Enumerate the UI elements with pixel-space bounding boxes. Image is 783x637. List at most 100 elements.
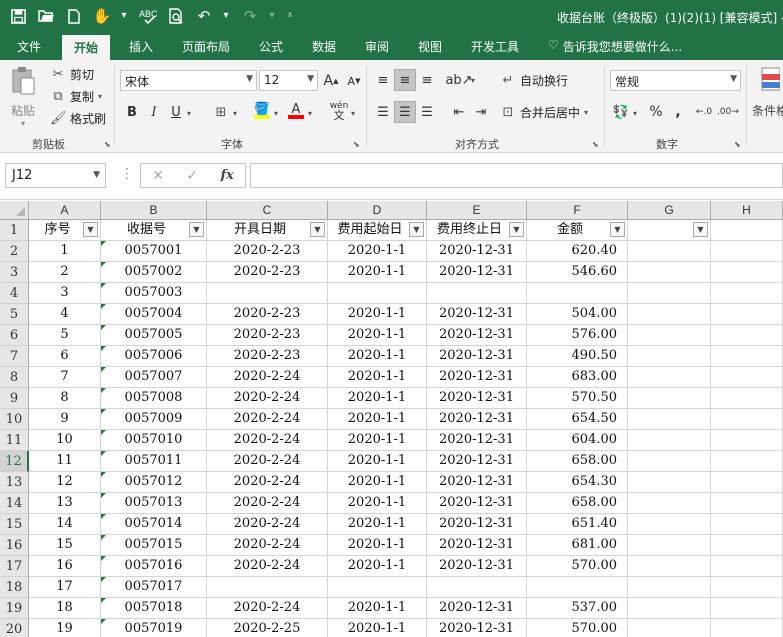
tab-file[interactable]: 文件 (17, 38, 41, 55)
filter-dropdown-icon[interactable]: ▼ (509, 222, 524, 237)
table-cell[interactable]: 2020-2-23 (207, 241, 328, 262)
table-cell[interactable]: 658.00 (527, 493, 628, 514)
table-cell[interactable]: 2020-2-24 (207, 556, 328, 577)
customize-qat-icon[interactable]: ⩡ (284, 4, 296, 28)
filter-dropdown-icon[interactable]: ▼ (409, 222, 424, 237)
header-cell[interactable]: 费用起始日 ▼ (328, 220, 427, 241)
filter-dropdown-icon[interactable]: ▼ (189, 222, 204, 237)
tab-formulas[interactable]: 公式 (259, 38, 283, 55)
tab-insert[interactable]: 插入 (129, 38, 153, 55)
underline-dropdown-icon[interactable]: ▾ (187, 109, 191, 118)
table-cell[interactable]: 8 (29, 388, 101, 409)
table-cell[interactable]: 0057012 (101, 472, 207, 493)
undo-dropdown-icon[interactable]: ▾ (220, 4, 232, 28)
column-header-g[interactable]: G (628, 201, 711, 220)
open-icon[interactable] (34, 4, 58, 28)
table-cell[interactable]: 2020-12-31 (427, 346, 527, 367)
increase-indent-icon[interactable]: ⇥ (470, 101, 492, 123)
table-cell[interactable]: 2020-1-1 (328, 493, 427, 514)
table-cell[interactable]: 12 (29, 472, 101, 493)
table-cell[interactable]: 2020-12-31 (427, 514, 527, 535)
column-header-f[interactable]: F (527, 201, 628, 220)
font-launcher-icon[interactable]: ⬊ (353, 140, 360, 149)
table-cell[interactable] (711, 325, 783, 346)
header-cell[interactable]: ▼ (628, 220, 711, 241)
table-cell[interactable]: 3 (29, 283, 101, 304)
table-cell[interactable]: 2020-12-31 (427, 556, 527, 577)
table-cell[interactable]: 0057015 (101, 535, 207, 556)
table-cell[interactable]: 2020-1-1 (328, 262, 427, 283)
font-name-combo[interactable]: 宋体 ▼ (120, 70, 257, 91)
table-cell[interactable]: 16 (29, 556, 101, 577)
align-top-icon[interactable]: ≡ (372, 69, 394, 91)
table-cell[interactable] (328, 283, 427, 304)
row-header[interactable]: 9 (0, 388, 29, 409)
table-cell[interactable]: 2020-2-24 (207, 409, 328, 430)
table-cell[interactable] (628, 514, 711, 535)
table-cell[interactable]: 0057014 (101, 514, 207, 535)
redo-icon[interactable]: ↷ (238, 4, 262, 28)
table-cell[interactable]: 654.50 (527, 409, 628, 430)
table-cell[interactable]: 0057018 (101, 598, 207, 619)
table-cell[interactable]: 490.50 (527, 346, 628, 367)
table-cell[interactable]: 2020-2-24 (207, 430, 328, 451)
header-cell[interactable]: 开具日期 ▼ (207, 220, 328, 241)
table-cell[interactable] (628, 388, 711, 409)
table-cell[interactable]: 570.00 (527, 619, 628, 637)
header-cell[interactable]: 费用终止日 ▼ (427, 220, 527, 241)
table-cell[interactable]: 18 (29, 598, 101, 619)
table-cell[interactable]: 2020-1-1 (328, 304, 427, 325)
table-cell[interactable] (628, 283, 711, 304)
table-cell[interactable]: 17 (29, 577, 101, 598)
row-header[interactable]: 2 (0, 241, 29, 262)
table-cell[interactable]: 651.40 (527, 514, 628, 535)
row-header[interactable]: 3 (0, 262, 29, 283)
shrink-font-button[interactable]: A ▼ (343, 70, 365, 92)
filter-dropdown-icon[interactable]: ▼ (83, 222, 98, 237)
table-cell[interactable]: 2020-1-1 (328, 325, 427, 346)
number-launcher-icon[interactable]: ⬊ (734, 140, 741, 149)
table-cell[interactable]: 2020-12-31 (427, 598, 527, 619)
table-cell[interactable] (711, 346, 783, 367)
table-cell[interactable]: 0057007 (101, 367, 207, 388)
table-cell[interactable]: 0057005 (101, 325, 207, 346)
undo-icon[interactable]: ↶ (192, 4, 216, 28)
table-cell[interactable] (711, 619, 783, 637)
row-header[interactable]: 20 (0, 619, 29, 637)
touch-mode-icon[interactable]: ✋ (90, 4, 114, 28)
table-cell[interactable] (207, 283, 328, 304)
tab-review[interactable]: 审阅 (365, 38, 389, 55)
formula-input[interactable] (250, 163, 783, 188)
table-cell[interactable] (628, 367, 711, 388)
insert-function-icon[interactable]: fx (220, 168, 233, 183)
table-cell[interactable]: 0057003 (101, 283, 207, 304)
accounting-dropdown-icon[interactable]: ▾ (633, 109, 637, 118)
row-header[interactable]: 17 (0, 556, 29, 577)
table-cell[interactable]: 2020-1-1 (328, 430, 427, 451)
table-cell[interactable] (711, 577, 783, 598)
accounting-format-icon[interactable]: 💱 (610, 101, 632, 123)
table-cell[interactable] (628, 430, 711, 451)
table-cell[interactable]: 2020-12-31 (427, 409, 527, 430)
table-cell[interactable]: 2020-2-24 (207, 535, 328, 556)
row-header[interactable]: 13 (0, 472, 29, 493)
column-header-b[interactable]: B (101, 201, 207, 220)
table-cell[interactable] (628, 577, 711, 598)
column-header-e[interactable]: E (427, 201, 527, 220)
cut-button[interactable]: ✂ 剪切 (50, 66, 94, 83)
column-header-a[interactable]: A (29, 201, 101, 220)
merge-center-button[interactable]: ⊡ 合并后居中 ▾ (500, 104, 588, 121)
table-cell[interactable]: 14 (29, 514, 101, 535)
header-cell[interactable]: 金额 ▼ (527, 220, 628, 241)
table-cell[interactable]: 5 (29, 325, 101, 346)
table-cell[interactable]: 2020-2-24 (207, 514, 328, 535)
table-cell[interactable]: 10 (29, 430, 101, 451)
table-cell[interactable] (711, 472, 783, 493)
table-cell[interactable]: 7 (29, 367, 101, 388)
row-header[interactable]: 18 (0, 577, 29, 598)
redo-dropdown-icon[interactable]: ▾ (266, 4, 278, 28)
table-cell[interactable] (628, 619, 711, 637)
table-cell[interactable] (711, 535, 783, 556)
table-cell[interactable] (711, 598, 783, 619)
table-cell[interactable] (628, 556, 711, 577)
